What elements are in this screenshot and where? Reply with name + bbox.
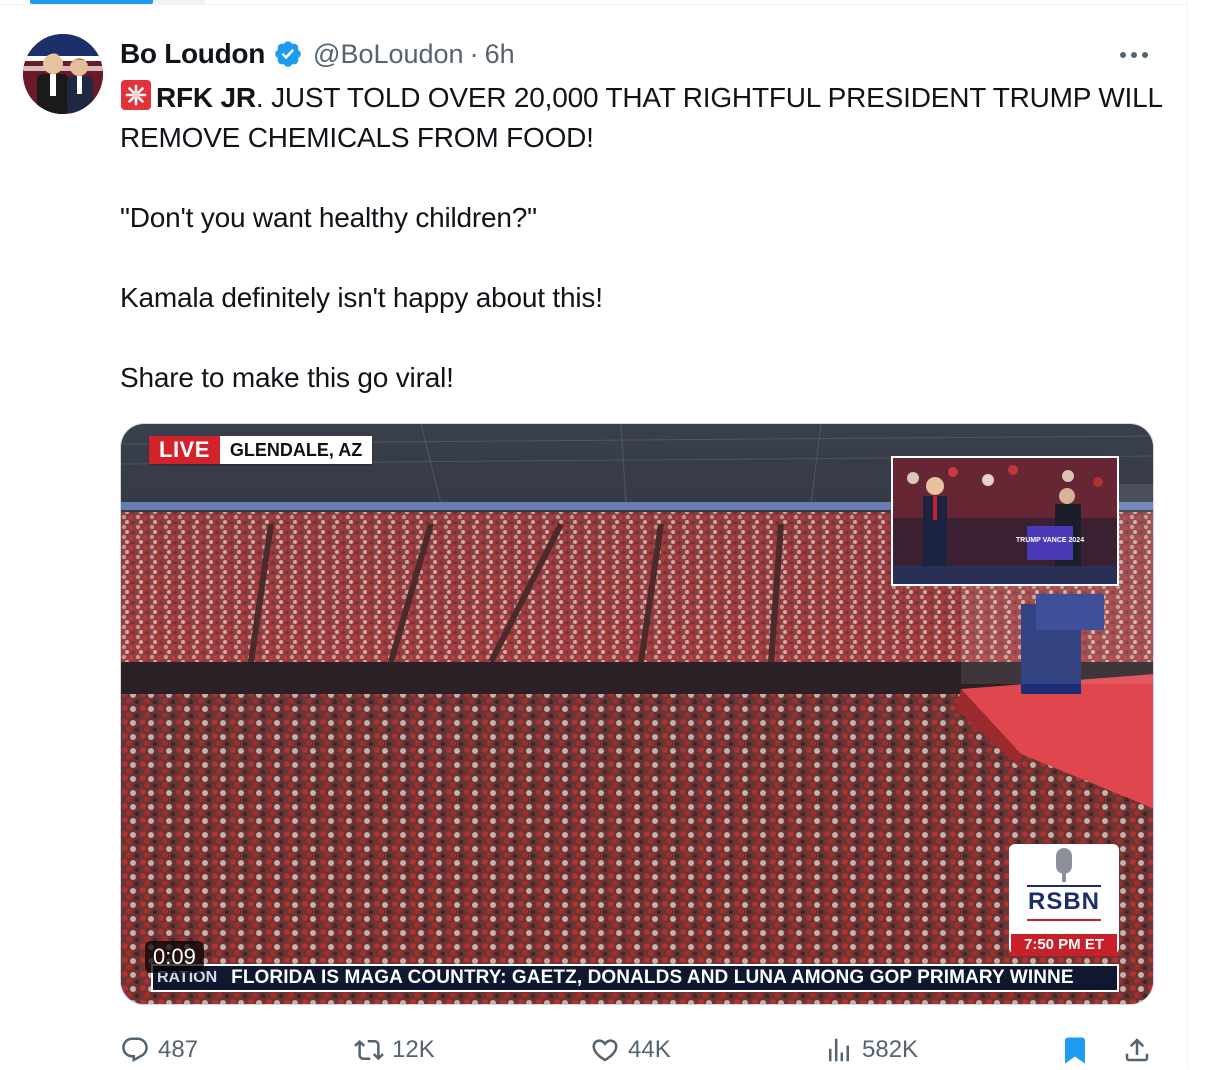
views-button[interactable]: 582K [824, 1030, 918, 1070]
author-handle[interactable]: @BoLoudon [313, 39, 464, 70]
repost-count: 12K [392, 1036, 435, 1063]
like-icon [592, 1039, 618, 1062]
tweet-paragraph: RFK JR. JUST TOLD OVER 20,000 THAT RIGHT… [120, 78, 1170, 158]
more-icon [1120, 52, 1148, 58]
avatar[interactable] [23, 34, 103, 114]
live-location: GLENDALE, AZ [219, 436, 373, 464]
tweet-paragraph: "Don't you want healthy children?" [120, 202, 537, 233]
more-options-button[interactable] [1114, 38, 1154, 70]
avatar-image [23, 34, 103, 114]
tweet-action-bar: 487 12K 44K 582K [0, 1030, 1188, 1070]
like-count: 44K [628, 1036, 671, 1063]
column-border [1187, 0, 1188, 1068]
live-badge: LIVE GLENDALE, AZ [149, 436, 373, 464]
tweet-header: Bo Loudon @BoLoudon · 6h [120, 36, 515, 72]
tweet-paragraph: Share to make this go viral! [120, 362, 454, 393]
siren-emoji-icon [121, 80, 151, 110]
share-icon [1125, 1038, 1149, 1062]
views-count: 582K [862, 1036, 919, 1063]
top-divider [0, 4, 1188, 5]
bookmark-icon [1065, 1037, 1085, 1064]
repost-icon [354, 1039, 384, 1061]
verified-badge-icon[interactable] [273, 39, 303, 69]
separator-dot: · [469, 38, 479, 69]
tweet-paragraph: Kamala definitely isn't happy about this… [120, 282, 603, 313]
ticker-headline: FLORIDA IS MAGA COUNTRY: GAETZ, DONALDS … [231, 967, 1074, 988]
bookmark-button[interactable] [1060, 1030, 1090, 1070]
views-icon [829, 1038, 849, 1062]
video-player[interactable]: LIVE GLENDALE, AZ TRUMP VANCE 2024 RSBN … [120, 423, 1154, 1005]
reply-icon [122, 1037, 148, 1063]
tweet-blank-line [120, 238, 1170, 278]
tweet-timestamp[interactable]: 6h [485, 39, 515, 70]
repost-button[interactable]: 12K [354, 1030, 435, 1070]
reply-button[interactable]: 487 [120, 1030, 198, 1070]
news-ticker: RATION FLORIDA IS MAGA COUNTRY: GAETZ, D… [151, 964, 1119, 992]
reply-count: 487 [158, 1036, 199, 1063]
tweet-text: RFK JR. JUST TOLD OVER 20,000 THAT RIGHT… [120, 78, 1170, 398]
video-duration: 0:09 [145, 941, 204, 973]
rsbn-logo-text: RSBN [1027, 888, 1100, 915]
author-display-name[interactable]: Bo Loudon [120, 38, 265, 70]
podium-sign-text: TRUMP VANCE 2024 [1016, 537, 1084, 544]
tweet-text-line: . JUST TOLD OVER 20,000 THAT RIGHTFUL PR… [120, 82, 1170, 153]
inset-video-frame: TRUMP VANCE 2024 [891, 456, 1119, 586]
inset-stage-image: TRUMP VANCE 2024 [893, 458, 1117, 584]
tweet-bold-text: RFK JR [156, 82, 256, 113]
share-button[interactable] [1122, 1030, 1152, 1070]
live-label: LIVE [149, 436, 220, 464]
broadcast-clock: 7:50 PM ET [1011, 934, 1117, 956]
tweet-blank-line [120, 158, 1170, 198]
tweet-blank-line [120, 318, 1170, 358]
like-button[interactable]: 44K [590, 1030, 671, 1070]
